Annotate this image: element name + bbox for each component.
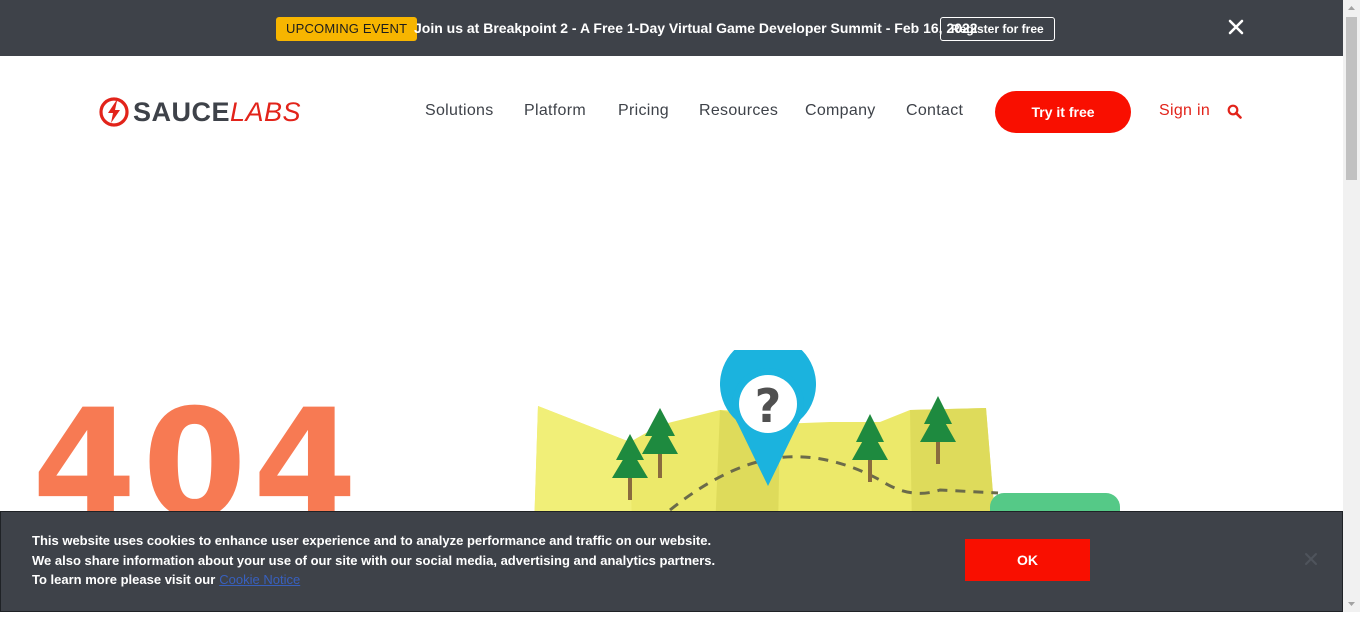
saucelabs-logo[interactable]: SAUCELABS	[99, 96, 301, 128]
close-icon[interactable]	[1304, 552, 1318, 566]
cookie-message: This website uses cookies to enhance use…	[32, 531, 732, 590]
nav-company[interactable]: Company	[805, 101, 876, 121]
scrollbar-thumb[interactable]	[1346, 17, 1357, 180]
sign-in-link[interactable]: Sign in	[1159, 101, 1210, 121]
svg-text:?: ?	[755, 379, 782, 433]
cookie-consent-bar: This website uses cookies to enhance use…	[0, 511, 1343, 612]
search-icon[interactable]	[1227, 104, 1242, 119]
nav-platform[interactable]: Platform	[524, 101, 586, 121]
lost-map-illustration: ?	[534, 350, 1120, 530]
event-banner: UPCOMING EVENT Join us at Breakpoint 2 -…	[0, 0, 1343, 56]
nav-solutions[interactable]: Solutions	[425, 101, 494, 121]
register-button[interactable]: Register for free	[940, 17, 1055, 41]
cookie-notice-link[interactable]: Cookie Notice	[219, 572, 300, 587]
nav-contact[interactable]: Contact	[906, 101, 963, 121]
upcoming-event-badge: UPCOMING EVENT	[276, 17, 418, 41]
logo-text-sauce: SAUCE	[133, 97, 231, 127]
nav-resources[interactable]: Resources	[699, 101, 778, 121]
nav-pricing[interactable]: Pricing	[618, 101, 669, 121]
close-icon[interactable]	[1226, 17, 1246, 37]
scroll-up-arrow-icon[interactable]	[1343, 0, 1360, 17]
scroll-down-arrow-icon[interactable]	[1343, 595, 1360, 612]
logo-text-labs: LABS	[230, 97, 302, 127]
cookie-ok-button[interactable]: OK	[965, 539, 1090, 581]
try-it-free-button[interactable]: Try it free	[995, 91, 1131, 133]
cookie-text: This website uses cookies to enhance use…	[32, 533, 716, 587]
event-message[interactable]: Join us at Breakpoint 2 - A Free 1-Day V…	[414, 19, 978, 37]
saucelabs-bolt-icon	[99, 97, 129, 127]
